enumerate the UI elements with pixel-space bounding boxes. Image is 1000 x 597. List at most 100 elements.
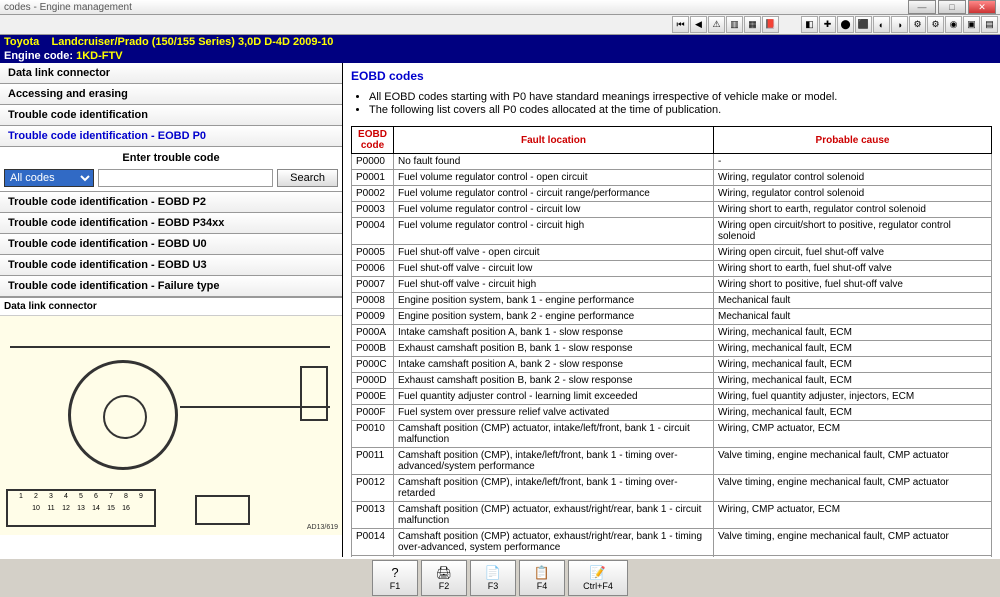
tool-icon-7[interactable]: ⚙ xyxy=(909,16,926,33)
table-cell: Wiring, regulator control solenoid xyxy=(714,170,992,186)
table-row[interactable]: P000BExhaust camshaft position B, bank 1… xyxy=(352,341,992,357)
tool-icon-6[interactable]: ◑ xyxy=(891,16,908,33)
table-cell: Exhaust camshaft position B, bank 2 - sl… xyxy=(394,373,714,389)
table-cell: Wiring open circuit/short to positive, r… xyxy=(714,218,992,245)
diagram-area: Data link connector 12345678910111213141… xyxy=(0,297,342,569)
right-panel[interactable]: EOBD codes All EOBD codes starting with … xyxy=(343,63,1000,569)
fkey-icon: 📝 xyxy=(590,565,606,581)
search-section: Enter trouble code All codes Search xyxy=(0,147,342,192)
table-cell: Fuel shut-off valve - circuit high xyxy=(394,277,714,293)
nav-item[interactable]: Trouble code identification - Failure ty… xyxy=(0,276,342,297)
table-cell: Wiring, CMP actuator, ECM xyxy=(714,502,992,529)
tool-icon-11[interactable]: ▤ xyxy=(981,16,998,33)
table-row[interactable]: P0013Camshaft position (CMP) actuator, e… xyxy=(352,502,992,529)
table-header: EOBD code xyxy=(352,127,394,154)
search-button[interactable]: Search xyxy=(277,169,338,187)
nav-item[interactable]: Data link connector xyxy=(0,63,342,84)
window-title: codes - Engine management xyxy=(4,2,132,13)
table-row[interactable]: P0004Fuel volume regulator control - cir… xyxy=(352,218,992,245)
table-cell: Camshaft position (CMP), intake/left/fro… xyxy=(394,475,714,502)
table-row[interactable]: P000EFuel quantity adjuster control - le… xyxy=(352,389,992,405)
table-cell: Fuel system over pressure relief valve a… xyxy=(394,405,714,421)
table-cell: Intake camshaft position A, bank 2 - slo… xyxy=(394,357,714,373)
tool-icon-4[interactable]: ⬛ xyxy=(855,16,872,33)
table-cell: P0004 xyxy=(352,218,394,245)
table-row[interactable]: P0001Fuel volume regulator control - ope… xyxy=(352,170,992,186)
table-row[interactable]: P0003Fuel volume regulator control - cir… xyxy=(352,202,992,218)
tool-icon-1[interactable]: ◧ xyxy=(801,16,818,33)
table-cell: Fuel quantity adjuster control - learnin… xyxy=(394,389,714,405)
minimize-button[interactable]: — xyxy=(908,0,936,14)
table-row[interactable]: P000CIntake camshaft position A, bank 2 … xyxy=(352,357,992,373)
folder-icon[interactable]: ▦ xyxy=(744,16,761,33)
table-cell: Wiring, regulator control solenoid xyxy=(714,186,992,202)
code-filter-select[interactable]: All codes xyxy=(4,169,94,187)
table-row[interactable]: P0011Camshaft position (CMP), intake/lef… xyxy=(352,448,992,475)
tool-icon-8[interactable]: ⚙ xyxy=(927,16,944,33)
table-row[interactable]: P0000No fault found- xyxy=(352,154,992,170)
table-row[interactable]: P0012Camshaft position (CMP), intake/lef… xyxy=(352,475,992,502)
table-cell: Mechanical fault xyxy=(714,309,992,325)
warning-icon[interactable]: ⚠ xyxy=(708,16,725,33)
maximize-button[interactable]: □ xyxy=(938,0,966,14)
table-row[interactable]: P000DExhaust camshaft position B, bank 2… xyxy=(352,373,992,389)
table-cell: P0006 xyxy=(352,261,394,277)
table-row[interactable]: P000AIntake camshaft position A, bank 1 … xyxy=(352,325,992,341)
nav-item[interactable]: Trouble code identification - EOBD P34xx xyxy=(0,213,342,234)
fkey-f3[interactable]: 📄F3 xyxy=(470,560,516,596)
table-row[interactable]: P0002Fuel volume regulator control - cir… xyxy=(352,186,992,202)
diagram-title: Data link connector xyxy=(0,298,342,315)
table-row[interactable]: P000FFuel system over pressure relief va… xyxy=(352,405,992,421)
table-cell: Fuel volume regulator control - circuit … xyxy=(394,186,714,202)
nav-item[interactable]: Trouble code identification - EOBD P2 xyxy=(0,192,342,213)
table-row[interactable]: P0014Camshaft position (CMP) actuator, e… xyxy=(352,529,992,556)
table-row[interactable]: P0006Fuel shut-off valve - circuit lowWi… xyxy=(352,261,992,277)
table-cell: Valve timing, engine mechanical fault, C… xyxy=(714,448,992,475)
tool-icon-5[interactable]: ◐ xyxy=(873,16,890,33)
engine-code: 1KD-FTV xyxy=(76,50,122,62)
tool-icon-3[interactable]: ⬤ xyxy=(837,16,854,33)
nav-item[interactable]: Accessing and erasing xyxy=(0,84,342,105)
note-item: The following list covers all P0 codes a… xyxy=(369,104,992,116)
nav-prev-icon[interactable]: ◀ xyxy=(690,16,707,33)
fkey-ctrl-f4[interactable]: 📝Ctrl+F4 xyxy=(568,560,628,596)
table-row[interactable]: P0007Fuel shut-off valve - circuit highW… xyxy=(352,277,992,293)
tool-icon-2[interactable]: ✚ xyxy=(819,16,836,33)
fkey-f2[interactable]: 🖨F2 xyxy=(421,560,467,596)
table-cell: Fuel volume regulator control - circuit … xyxy=(394,218,714,245)
table-cell: Wiring, fuel quantity adjuster, injector… xyxy=(714,389,992,405)
table-cell: Mechanical fault xyxy=(714,293,992,309)
book-icon[interactable]: 📕 xyxy=(762,16,779,33)
tool-icon-9[interactable]: ◉ xyxy=(945,16,962,33)
table-cell: P0001 xyxy=(352,170,394,186)
nav-item[interactable]: Trouble code identification xyxy=(0,105,342,126)
table-row[interactable]: P0009Engine position system, bank 2 - en… xyxy=(352,309,992,325)
search-input[interactable] xyxy=(98,169,273,187)
table-cell: P000D xyxy=(352,373,394,389)
table-cell: Wiring short to earth, fuel shut-off val… xyxy=(714,261,992,277)
nav-item[interactable]: Trouble code identification - EOBD U0 xyxy=(0,234,342,255)
close-button[interactable]: ✕ xyxy=(968,0,996,14)
table-row[interactable]: P0010Camshaft position (CMP) actuator, i… xyxy=(352,421,992,448)
fkey-f4[interactable]: 📋F4 xyxy=(519,560,565,596)
table-cell: P0000 xyxy=(352,154,394,170)
nav-item[interactable]: Trouble code identification - EOBD P0 xyxy=(0,126,342,147)
table-cell: Camshaft position (CMP), intake/left/fro… xyxy=(394,448,714,475)
tool-icon-10[interactable]: ▣ xyxy=(963,16,980,33)
doc-icon[interactable]: ▥ xyxy=(726,16,743,33)
table-row[interactable]: P0005Fuel shut-off valve - open circuitW… xyxy=(352,245,992,261)
table-cell: Wiring, mechanical fault, ECM xyxy=(714,357,992,373)
fkey-label: Ctrl+F4 xyxy=(583,581,613,591)
nav-item[interactable]: Trouble code identification - EOBD U3 xyxy=(0,255,342,276)
fkey-f1[interactable]: ?F1 xyxy=(372,560,418,596)
table-cell: P000B xyxy=(352,341,394,357)
bottom-bar: ?F1🖨F2📄F3📋F4📝Ctrl+F4 xyxy=(0,557,1000,597)
nav-first-icon[interactable]: ⏮ xyxy=(672,16,689,33)
table-cell: Camshaft position (CMP) actuator, intake… xyxy=(394,421,714,448)
table-cell: Wiring, mechanical fault, ECM xyxy=(714,325,992,341)
table-cell: P0013 xyxy=(352,502,394,529)
table-cell: P000A xyxy=(352,325,394,341)
table-cell: Wiring, mechanical fault, ECM xyxy=(714,405,992,421)
note-item: All EOBD codes starting with P0 have sta… xyxy=(369,91,992,103)
table-row[interactable]: P0008Engine position system, bank 1 - en… xyxy=(352,293,992,309)
